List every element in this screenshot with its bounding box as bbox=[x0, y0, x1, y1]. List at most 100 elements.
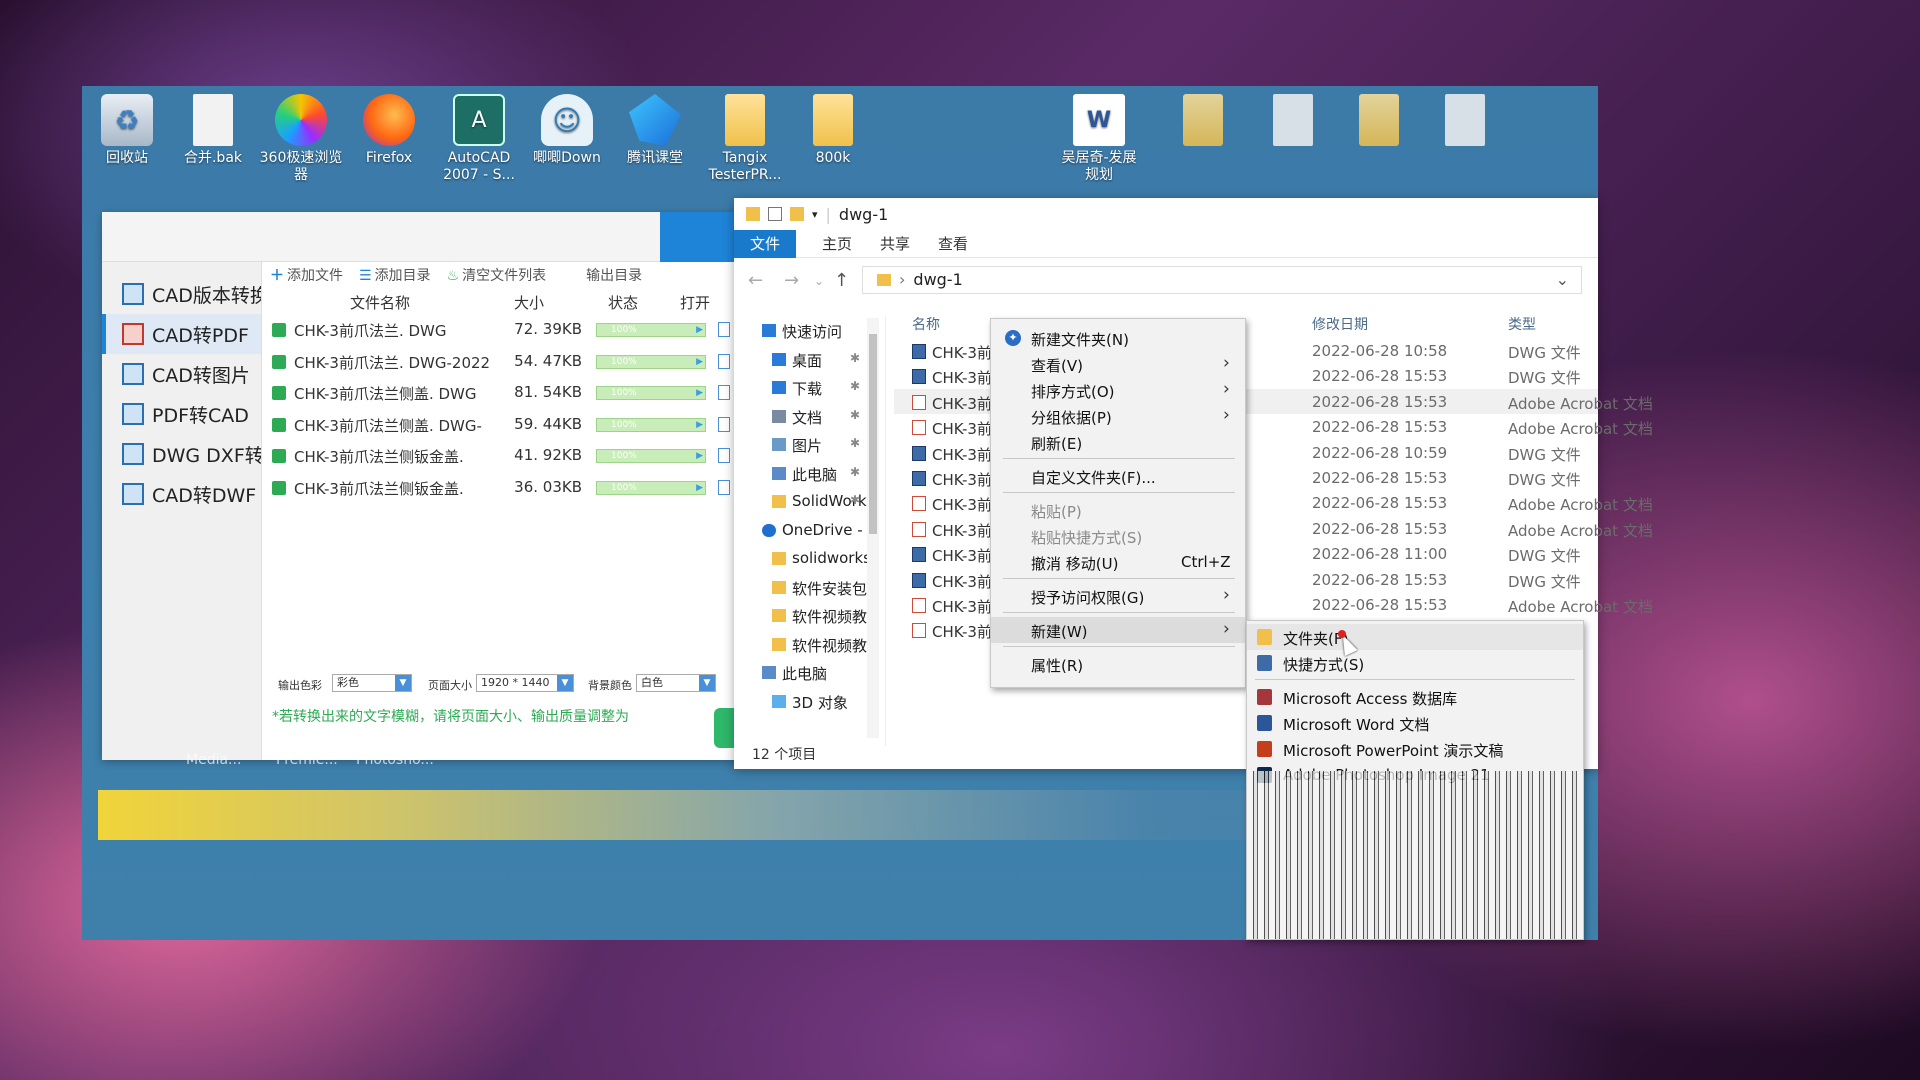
submenu-item[interactable]: 文件夹(F) bbox=[1247, 624, 1583, 650]
open-file-icon[interactable] bbox=[718, 448, 730, 463]
desktop-icon-label: 回收站 bbox=[106, 150, 148, 166]
menu-item[interactable]: ✦ 新建文件夹(N) bbox=[991, 325, 1245, 351]
col-date[interactable]: 修改日期 bbox=[1312, 314, 1368, 334]
3d-objects-icon bbox=[772, 694, 786, 708]
file-date: 2022-06-28 11:00 bbox=[1312, 545, 1448, 564]
nav-tree-label: 桌面 bbox=[792, 351, 823, 370]
table-row[interactable]: CHK-3前爪法兰. DWG 72. 39KB 100% bbox=[262, 314, 738, 346]
nav-tree-item[interactable]: 3D 对象 bbox=[734, 687, 885, 716]
recent-dropdown-icon[interactable]: ⌄ bbox=[814, 274, 824, 288]
submenu-item[interactable]: Microsoft PowerPoint 演示文稿 bbox=[1247, 736, 1583, 762]
forward-icon[interactable]: → bbox=[784, 270, 799, 291]
address-bar[interactable]: › dwg-1 ⌄ bbox=[862, 266, 1582, 294]
menu-item[interactable]: 自定义文件夹(F)... bbox=[991, 463, 1245, 489]
menu-item[interactable]: 粘贴快捷方式(S) bbox=[991, 523, 1245, 549]
nav-tree-item[interactable]: 此电脑 bbox=[734, 658, 885, 687]
desktop-icon[interactable]: Firefox bbox=[346, 94, 432, 167]
ribbon-tab[interactable]: 文件 bbox=[734, 230, 797, 258]
submenu-item[interactable]: Microsoft Word 文档 bbox=[1247, 710, 1583, 736]
menu-item[interactable]: 授予访问权限(G) › bbox=[991, 583, 1245, 609]
file-name: CHK-3前 bbox=[932, 496, 992, 515]
open-file-icon[interactable] bbox=[718, 322, 730, 337]
dropdown-icon[interactable]: ▾ bbox=[812, 208, 818, 221]
desktop-icon[interactable]: 合并.bak bbox=[170, 94, 256, 167]
submenu-item[interactable]: 快捷方式(S) bbox=[1247, 650, 1583, 676]
file-size: 41. 92KB bbox=[514, 446, 582, 464]
up-icon[interactable]: ↑ bbox=[834, 270, 849, 291]
desktop-icon[interactable]: Tangix TesterPR... bbox=[702, 94, 788, 184]
color-select[interactable]: 彩色 bbox=[332, 674, 412, 692]
nav-tree-item[interactable]: 软件视频教 bbox=[734, 601, 885, 630]
desktop-icon[interactable]: A AutoCAD 2007 - S... bbox=[436, 94, 522, 184]
nav-tree-item[interactable]: 软件安装包 bbox=[734, 573, 885, 602]
desktop-icon[interactable]: W 吴居奇-发展规划 bbox=[1056, 94, 1142, 184]
checkmark-icon[interactable] bbox=[768, 207, 782, 221]
table-row[interactable]: CHK-3前爪法兰侧盖. DWG 81. 54KB 100% bbox=[262, 377, 738, 409]
open-file-icon[interactable] bbox=[718, 353, 730, 369]
ribbon-tab[interactable]: 查看 bbox=[922, 230, 984, 258]
clear-list-button[interactable]: ♨ 清空文件列表 bbox=[447, 265, 547, 285]
navigation-scrollbar[interactable] bbox=[867, 318, 879, 738]
menu-item[interactable]: 分组依据(P) › bbox=[991, 403, 1245, 429]
nav-tree-item[interactable]: SolidWorks ✱ bbox=[734, 487, 885, 516]
menu-item-label: 新建(W) bbox=[1031, 623, 1088, 641]
pin-icon: ✱ bbox=[850, 464, 861, 479]
sidebar-item[interactable]: CAD版本转换 bbox=[102, 274, 261, 314]
scroll-thumb[interactable] bbox=[869, 334, 877, 534]
table-row[interactable]: CHK-3前爪法兰侧钣金盖. 36. 03KB 100% bbox=[262, 472, 738, 504]
open-file-icon[interactable] bbox=[718, 416, 730, 432]
sidebar-item[interactable]: CAD转DWF bbox=[102, 474, 261, 514]
ribbon-tab[interactable]: 共享 bbox=[864, 230, 926, 258]
desktop-icon[interactable] bbox=[1422, 94, 1508, 150]
nav-tree-item[interactable]: 此电脑 ✱ bbox=[734, 459, 885, 488]
ribbon-tab[interactable]: 主页 bbox=[806, 230, 868, 258]
menu-item[interactable]: 刷新(E) bbox=[991, 429, 1245, 455]
desktop-icon[interactable]: ♻ 回收站 bbox=[84, 94, 170, 167]
menu-item-label: 粘贴(P) bbox=[1031, 503, 1082, 521]
col-type[interactable]: 类型 bbox=[1508, 314, 1536, 334]
nav-tree-item[interactable]: 图片 ✱ bbox=[734, 430, 885, 459]
page-size-select[interactable]: 1920 * 1440 bbox=[476, 674, 574, 692]
menu-item[interactable]: 属性(R) bbox=[991, 651, 1245, 677]
bg-color-select[interactable]: 白色 bbox=[636, 674, 716, 692]
sidebar-item[interactable]: CAD转PDF bbox=[102, 314, 261, 354]
desktop-icon[interactable] bbox=[1250, 94, 1336, 150]
desktop-icon[interactable] bbox=[1160, 94, 1246, 150]
menu-item[interactable]: 粘贴(P) bbox=[991, 497, 1245, 523]
back-icon[interactable]: ← bbox=[748, 270, 763, 291]
desktop-icon[interactable]: 360极速浏览器 bbox=[258, 94, 344, 184]
desktop-icon[interactable]: 800k bbox=[790, 94, 876, 167]
output-dir-label[interactable]: 输出目录 bbox=[586, 265, 642, 285]
desktop-icon[interactable] bbox=[1336, 94, 1422, 150]
col-name[interactable]: 名称 bbox=[912, 314, 940, 334]
folder-icon[interactable] bbox=[790, 207, 804, 221]
menu-item[interactable]: 排序方式(O) › bbox=[991, 377, 1245, 403]
chevron-down-icon[interactable]: ⌄ bbox=[1556, 267, 1569, 293]
menu-item[interactable]: 查看(V) › bbox=[991, 351, 1245, 377]
sidebar-item[interactable]: DWG DXF转换 bbox=[102, 434, 261, 474]
nav-tree-item[interactable]: 软件视频教 bbox=[734, 630, 885, 659]
table-row[interactable]: CHK-3前爪法兰. DWG-2022 54. 47KB 100% bbox=[262, 346, 738, 378]
nav-tree-item[interactable]: 快速访问 bbox=[734, 316, 885, 345]
nav-tree-item[interactable]: OneDrive - bbox=[734, 516, 885, 545]
add-folder-button[interactable]: ☰ 添加目录 bbox=[359, 265, 431, 285]
desktop-icon[interactable]: 腾讯课堂 bbox=[612, 94, 698, 167]
nav-tree-item[interactable]: solidworks bbox=[734, 544, 885, 573]
desktop-icon-label: 腾讯课堂 bbox=[627, 150, 683, 166]
add-file-button[interactable]: ＋添加文件 bbox=[270, 265, 343, 285]
file-name: CHK-3前 bbox=[932, 470, 992, 489]
open-file-icon[interactable] bbox=[718, 385, 730, 400]
nav-tree-item[interactable]: 下载 ✱ bbox=[734, 373, 885, 402]
sidebar-item[interactable]: PDF转CAD bbox=[102, 394, 261, 434]
menu-item[interactable]: 撤消 移动(U) Ctrl+Z bbox=[991, 549, 1245, 575]
nav-tree-item[interactable]: 桌面 ✱ bbox=[734, 345, 885, 374]
nav-tree-item[interactable]: 文档 ✱ bbox=[734, 402, 885, 431]
menu-item[interactable]: 新建(W) › bbox=[991, 617, 1245, 643]
cad-tool-icon bbox=[122, 283, 144, 305]
sidebar-item[interactable]: CAD转图片 bbox=[102, 354, 261, 394]
table-row[interactable]: CHK-3前爪法兰侧钣金盖. 41. 92KB 100% bbox=[262, 440, 738, 472]
table-row[interactable]: CHK-3前爪法兰侧盖. DWG- 59. 44KB 100% bbox=[262, 409, 738, 441]
desktop-icon[interactable]: ☺ 唧唧Down bbox=[524, 94, 610, 167]
submenu-item[interactable]: Microsoft Access 数据库 bbox=[1247, 684, 1583, 710]
open-file-icon[interactable] bbox=[718, 479, 730, 495]
